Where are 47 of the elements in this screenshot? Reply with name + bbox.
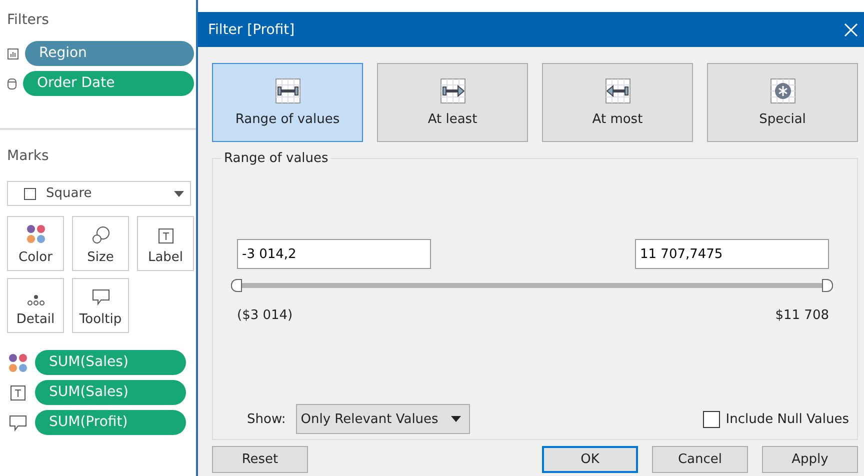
- dialog-button[interactable]: Apply: [762, 446, 858, 473]
- color-dots-icon: [26, 224, 46, 244]
- mark-type-dropdown[interactable]: Square: [7, 181, 191, 206]
- dialog-button[interactable]: OK: [542, 446, 638, 473]
- bar-chart-icon: [7, 48, 19, 60]
- mark-card[interactable]: Label: [137, 216, 194, 271]
- group-title: Range of values: [221, 151, 332, 166]
- show-dropdown[interactable]: Only Relevant Values: [296, 404, 470, 434]
- min-label: ($3 014): [237, 308, 293, 323]
- max-value-field[interactable]: 11 707,7475: [635, 239, 829, 269]
- mark-card[interactable]: Color: [7, 216, 64, 271]
- range-icon: [274, 78, 300, 104]
- mark-card[interactable]: Tooltip: [72, 278, 129, 333]
- right-arrow-icon: [440, 78, 466, 104]
- dialog-button[interactable]: Cancel: [652, 446, 748, 473]
- include-null-checkbox[interactable]: Include Null Values: [702, 410, 849, 428]
- show-label: Show:: [247, 412, 286, 426]
- mode-tab[interactable]: Special: [707, 63, 858, 142]
- slider-handle[interactable]: [231, 279, 242, 292]
- min-value-field[interactable]: -3 014,2: [237, 239, 431, 269]
- dots-icon: [26, 294, 44, 306]
- mark-card[interactable]: Size: [72, 216, 129, 271]
- max-label: $11 708: [775, 308, 829, 323]
- size-circles-icon: [92, 226, 110, 244]
- close-icon[interactable]: [844, 22, 858, 36]
- color-dots-icon: [8, 352, 28, 372]
- slider-handle[interactable]: [822, 279, 833, 292]
- dialog-title: Filter [Profit]: [208, 22, 295, 38]
- square-icon: [24, 188, 36, 200]
- speech-bubble-icon: [92, 288, 110, 306]
- text-label-icon: [10, 384, 26, 400]
- marks-heading: Marks: [7, 148, 50, 164]
- filters-heading: Filters: [7, 12, 50, 28]
- cylinder-icon: [7, 78, 17, 90]
- left-arrow-icon: [604, 78, 630, 104]
- mode-tab[interactable]: At least: [377, 63, 528, 142]
- speech-bubble-icon: [9, 414, 27, 432]
- caret-icon: [174, 190, 184, 196]
- mark-card[interactable]: Detail: [7, 278, 64, 333]
- asterisk-icon: [770, 78, 796, 104]
- mode-tab[interactable]: Range of values: [212, 63, 363, 142]
- dialog-button[interactable]: Reset: [212, 446, 308, 473]
- filter-pill[interactable]: Region: [25, 41, 194, 66]
- mode-tab[interactable]: At most: [542, 63, 693, 142]
- text-label-icon: [158, 228, 174, 244]
- checkbox-icon[interactable]: [702, 410, 720, 428]
- caret-icon: [450, 416, 461, 422]
